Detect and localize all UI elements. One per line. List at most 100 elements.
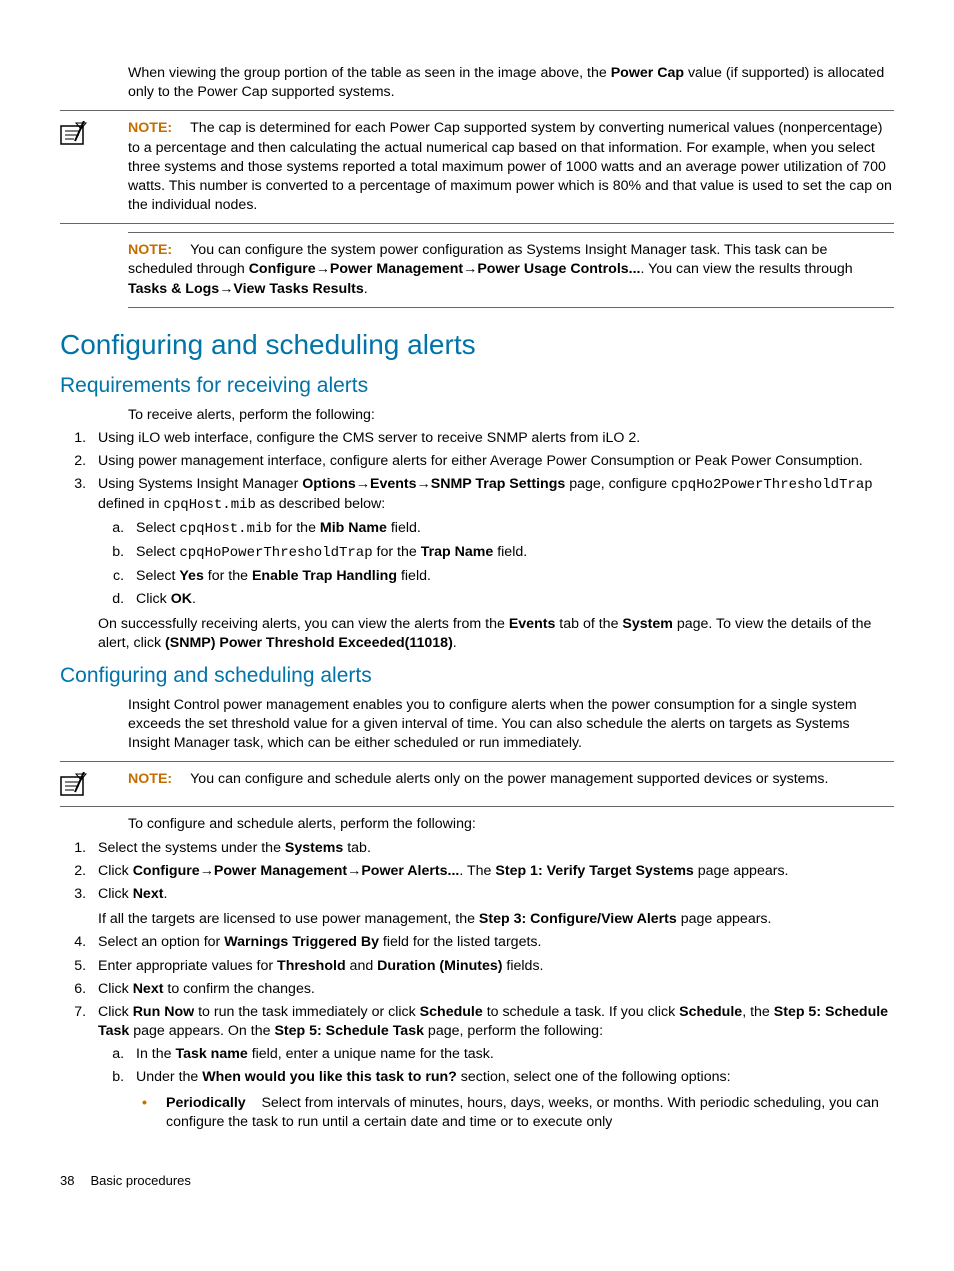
bold: Power Usage Controls... <box>477 261 640 277</box>
bold: Power Alerts... <box>361 863 459 879</box>
text: You can configure and schedule alerts on… <box>190 771 828 787</box>
footer-title: Basic procedures <box>90 1173 190 1188</box>
bold: Events <box>370 476 417 492</box>
bold: Periodically <box>166 1095 246 1111</box>
page-footer: 38 Basic procedures <box>60 1172 894 1190</box>
followon-text: If all the targets are licensed to use p… <box>98 910 894 929</box>
text: , the <box>742 1004 774 1020</box>
text: Click <box>98 886 133 902</box>
text: page appears. <box>694 863 789 879</box>
text: to run the task immediately or click <box>194 1004 420 1020</box>
bold: Threshold <box>277 958 346 974</box>
bold: Configure <box>249 261 316 277</box>
bold: View Tasks Results <box>233 281 363 297</box>
requirements-list: Using iLO web interface, configure the C… <box>60 429 894 654</box>
bold: Tasks & Logs <box>128 281 219 297</box>
bold: Step 5: Schedule Task <box>274 1023 424 1039</box>
text: Click <box>98 981 133 997</box>
heading-configuring-alerts: Configuring and scheduling alerts <box>60 326 894 364</box>
bold: Systems <box>285 840 343 856</box>
text: Enter appropriate values for <box>98 958 277 974</box>
text: to confirm the changes. <box>163 981 314 997</box>
text: When viewing the group portion of the ta… <box>128 65 611 81</box>
text: . You can view the results through <box>641 261 853 277</box>
note-block: NOTE:You can configure the system power … <box>128 232 894 308</box>
bold: Next <box>133 981 164 997</box>
text: Select <box>136 544 179 560</box>
text: and <box>346 958 378 974</box>
text: page appears. On the <box>129 1023 274 1039</box>
page-number: 38 <box>60 1173 74 1188</box>
text: for the <box>272 520 320 536</box>
list-item: Using Systems Insight Manager Options→Ev… <box>90 475 894 653</box>
text: tab. <box>343 840 371 856</box>
text: If all the targets are licensed to use p… <box>98 911 479 927</box>
bold: Mib Name <box>320 520 387 536</box>
text: page, configure <box>565 476 671 492</box>
bold: When would you like this task to run? <box>202 1069 457 1085</box>
bold: Run Now <box>133 1004 194 1020</box>
text: to schedule a task. If you click <box>483 1004 679 1020</box>
list-item: Under the When would you like this task … <box>128 1068 894 1132</box>
text: . The <box>459 863 495 879</box>
bold: Enable Trap Handling <box>252 568 397 584</box>
text: Using Systems Insight Manager <box>98 476 302 492</box>
text: In the <box>136 1046 175 1062</box>
bold: (SNMP) Power Threshold Exceeded(11018) <box>165 635 453 651</box>
bold: Trap Name <box>421 544 494 560</box>
intro-paragraph: When viewing the group portion of the ta… <box>128 64 894 102</box>
bold: Power Management <box>330 261 463 277</box>
bold: Duration (Minutes) <box>377 958 502 974</box>
sub-list: Select cpqHost.mib for the Mib Name fiel… <box>98 519 894 609</box>
sub-list: In the Task name field, enter a unique n… <box>98 1045 894 1132</box>
note-body: NOTE:The cap is determined for each Powe… <box>128 119 894 215</box>
text: . <box>453 635 457 651</box>
text: field. <box>397 568 431 584</box>
list-item: Select cpqHost.mib for the Mib Name fiel… <box>128 519 894 539</box>
text: section, select one of the following opt… <box>457 1069 731 1085</box>
bold: SNMP Trap Settings <box>431 476 566 492</box>
text: The cap is determined for each Power Cap… <box>128 120 892 213</box>
list-item: Click Configure→Power Management→Power A… <box>90 862 894 881</box>
text: To configure and schedule alerts, perfor… <box>128 815 894 834</box>
text: . <box>163 886 167 902</box>
text: Click <box>98 863 133 879</box>
bold: Step 3: Configure/View Alerts <box>479 911 677 927</box>
text: Select the systems under the <box>98 840 285 856</box>
text: Select from intervals of minutes, hours,… <box>166 1095 879 1130</box>
text: tab of the <box>555 616 622 632</box>
bold: Schedule <box>679 1004 742 1020</box>
text: Insight Control power management enables… <box>128 696 894 754</box>
text: for the <box>373 544 421 560</box>
bold: OK <box>171 591 192 607</box>
note-block: NOTE: You can configure and schedule aler… <box>60 761 894 807</box>
list-item: In the Task name field, enter a unique n… <box>128 1045 894 1064</box>
code: cpqHoPowerThresholdTrap <box>179 545 372 561</box>
note-label: NOTE: <box>128 242 172 258</box>
list-item: Select cpqHoPowerThresholdTrap for the T… <box>128 543 894 563</box>
bold: Events <box>509 616 556 632</box>
text: To receive alerts, perform the following… <box>128 406 894 425</box>
note-label: NOTE: <box>128 771 172 787</box>
bold: System <box>622 616 672 632</box>
code: cpqHost.mib <box>163 497 255 513</box>
text: On successfully receiving alerts, you ca… <box>98 616 509 632</box>
bold: Configure <box>133 863 200 879</box>
note-pencil-icon <box>60 770 128 798</box>
text: for the <box>204 568 252 584</box>
list-item: Periodically Select from intervals of mi… <box>166 1094 894 1132</box>
followon-text: On successfully receiving alerts, you ca… <box>98 615 894 653</box>
text: field. <box>493 544 527 560</box>
bold: Options <box>302 476 356 492</box>
note-body: NOTE: You can configure and schedule aler… <box>128 770 894 789</box>
bold: Step 1: Verify Target Systems <box>495 863 693 879</box>
text: Select an option for <box>98 934 224 950</box>
list-item: Using iLO web interface, configure the C… <box>90 429 894 448</box>
list-item: Select Yes for the Enable Trap Handling … <box>128 567 894 586</box>
text: page appears. <box>677 911 772 927</box>
list-item: Click Next to confirm the changes. <box>90 980 894 999</box>
bold: Warnings Triggered By <box>224 934 379 950</box>
list-item: Click OK. <box>128 590 894 609</box>
bullet-list: Periodically Select from intervals of mi… <box>136 1094 894 1132</box>
note-block: NOTE:The cap is determined for each Powe… <box>60 110 894 224</box>
